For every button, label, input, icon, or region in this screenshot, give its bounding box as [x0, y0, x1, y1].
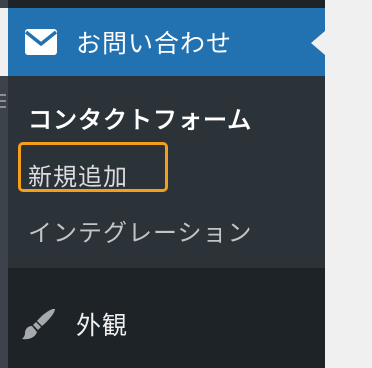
- sidebar-top: [8, 0, 325, 8]
- paintbrush-icon: [22, 307, 56, 341]
- window-edge-mark: [0, 94, 6, 96]
- admin-sidebar: お問い合わせ コンタクトフォーム 新規追加 インテグレーション 外観: [8, 0, 325, 368]
- menu-item-appearance-label: 外観: [76, 311, 129, 340]
- submenu-item-contact-forms[interactable]: コンタクトフォーム: [28, 100, 252, 135]
- window-edge-highlight: [0, 8, 8, 76]
- menu-item-contact[interactable]: お問い合わせ: [8, 8, 325, 76]
- menu-item-appearance[interactable]: 外観: [8, 290, 325, 358]
- current-menu-arrow: [311, 31, 325, 55]
- submenu-item-integration[interactable]: インテグレーション: [28, 213, 253, 248]
- submenu-item-add-new[interactable]: 新規追加: [28, 157, 128, 192]
- window-edge-mark: [0, 106, 6, 108]
- window-edge-mark: [0, 100, 6, 102]
- window-edge: [0, 0, 8, 368]
- menu-item-contact-label: お問い合わせ: [76, 29, 233, 58]
- mail-icon: [24, 25, 58, 59]
- contact-submenu: コンタクトフォーム 新規追加 インテグレーション: [8, 76, 325, 268]
